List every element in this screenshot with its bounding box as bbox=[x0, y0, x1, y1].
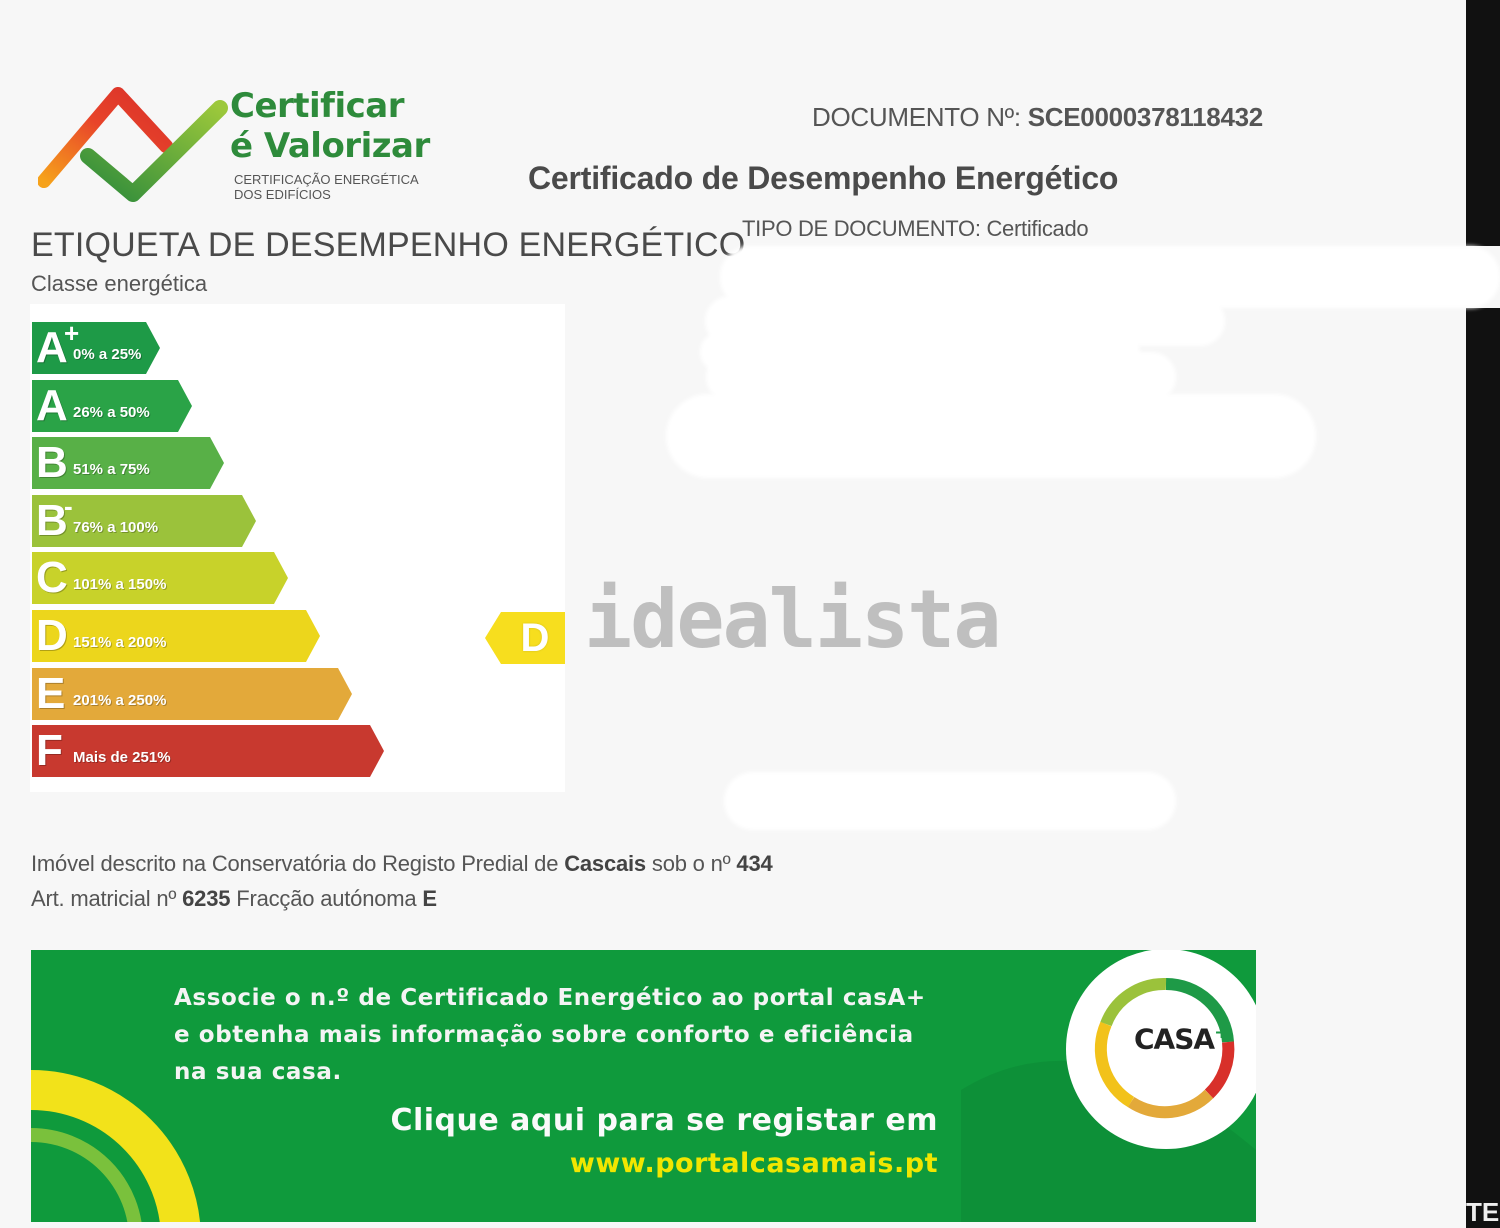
logo-subtitle: CERTIFICAÇÃO ENERGÉTICA DOS EDIFÍCIOS bbox=[234, 172, 419, 202]
document-title: Certificado de Desempenho Energético bbox=[528, 160, 1119, 196]
screen-edge bbox=[1466, 0, 1500, 1228]
energy-class-range: 26% a 50% bbox=[73, 404, 150, 421]
energy-class-letter: A bbox=[36, 323, 68, 372]
energy-class-letter: C bbox=[36, 553, 68, 602]
energy-class-letter: B bbox=[36, 496, 68, 545]
edge-corner-text: TE bbox=[1466, 1197, 1500, 1227]
energy-class-bar: E 201% a 250% bbox=[32, 668, 352, 720]
casa-logo-text: CASA+ bbox=[1134, 1022, 1229, 1056]
property-registry-line: Imóvel descrito na Conservatória do Regi… bbox=[31, 851, 773, 876]
portal-casamais-banner[interactable]: Associe o n.º de Certificado Energético … bbox=[31, 950, 1256, 1222]
label-heading: ETIQUETA DE DESEMPENHO ENERGÉTICO bbox=[31, 226, 746, 264]
energy-class-bar: B -76% a 100% bbox=[32, 491, 256, 547]
energy-class-bar: F Mais de 251% bbox=[32, 725, 384, 777]
idealista-watermark: idealista bbox=[584, 573, 1001, 666]
energy-class-range: 101% a 150% bbox=[73, 576, 167, 593]
label-subheading: Classe energética bbox=[31, 271, 208, 296]
redaction bbox=[724, 772, 1176, 830]
current-class-letter: D bbox=[520, 616, 550, 660]
energy-class-range: Mais de 251% bbox=[73, 749, 171, 766]
energy-class-letter: A bbox=[36, 381, 68, 430]
energy-class-bar: B 51% a 75% bbox=[32, 437, 224, 489]
energy-class-letter: D bbox=[36, 611, 68, 660]
banner-info-text: Associe o n.º de Certificado Energético … bbox=[174, 985, 926, 1085]
energy-class-bar: A +0% a 25% bbox=[32, 318, 160, 374]
energy-class-bar: D 151% a 200% bbox=[32, 610, 320, 662]
document-type: TIPO DE DOCUMENTO: Certificado bbox=[742, 216, 1089, 241]
energy-class-modifier: - bbox=[64, 491, 73, 521]
property-matrix-line: Art. matricial nº 6235 Fracção autónoma … bbox=[31, 886, 437, 911]
energy-class-range: 0% a 25% bbox=[73, 346, 142, 363]
redaction bbox=[666, 394, 1316, 478]
logo-title: Certificar é Valorizar bbox=[230, 86, 430, 166]
portal-link[interactable]: www.portalcasamais.pt bbox=[570, 1146, 938, 1182]
banner-cta-text[interactable]: Clique aqui para se registar em bbox=[390, 1100, 938, 1142]
energy-class-range: 151% a 200% bbox=[73, 634, 167, 651]
document-number: DOCUMENTO Nº: SCE0000378118432 bbox=[812, 102, 1263, 132]
energy-class-bar: A 26% a 50% bbox=[32, 380, 192, 432]
energy-class-bar: C 101% a 150% bbox=[32, 552, 288, 604]
energy-class-letter: B bbox=[36, 438, 68, 487]
energy-class-range: 76% a 100% bbox=[73, 519, 159, 536]
energy-class-modifier: + bbox=[64, 318, 80, 348]
energy-class-letter: E bbox=[36, 669, 66, 718]
energy-class-range: 51% a 75% bbox=[73, 461, 150, 478]
current-class-indicator: D bbox=[485, 612, 565, 664]
energy-class-letter: F bbox=[36, 726, 63, 775]
energy-class-range: 201% a 250% bbox=[73, 692, 167, 709]
